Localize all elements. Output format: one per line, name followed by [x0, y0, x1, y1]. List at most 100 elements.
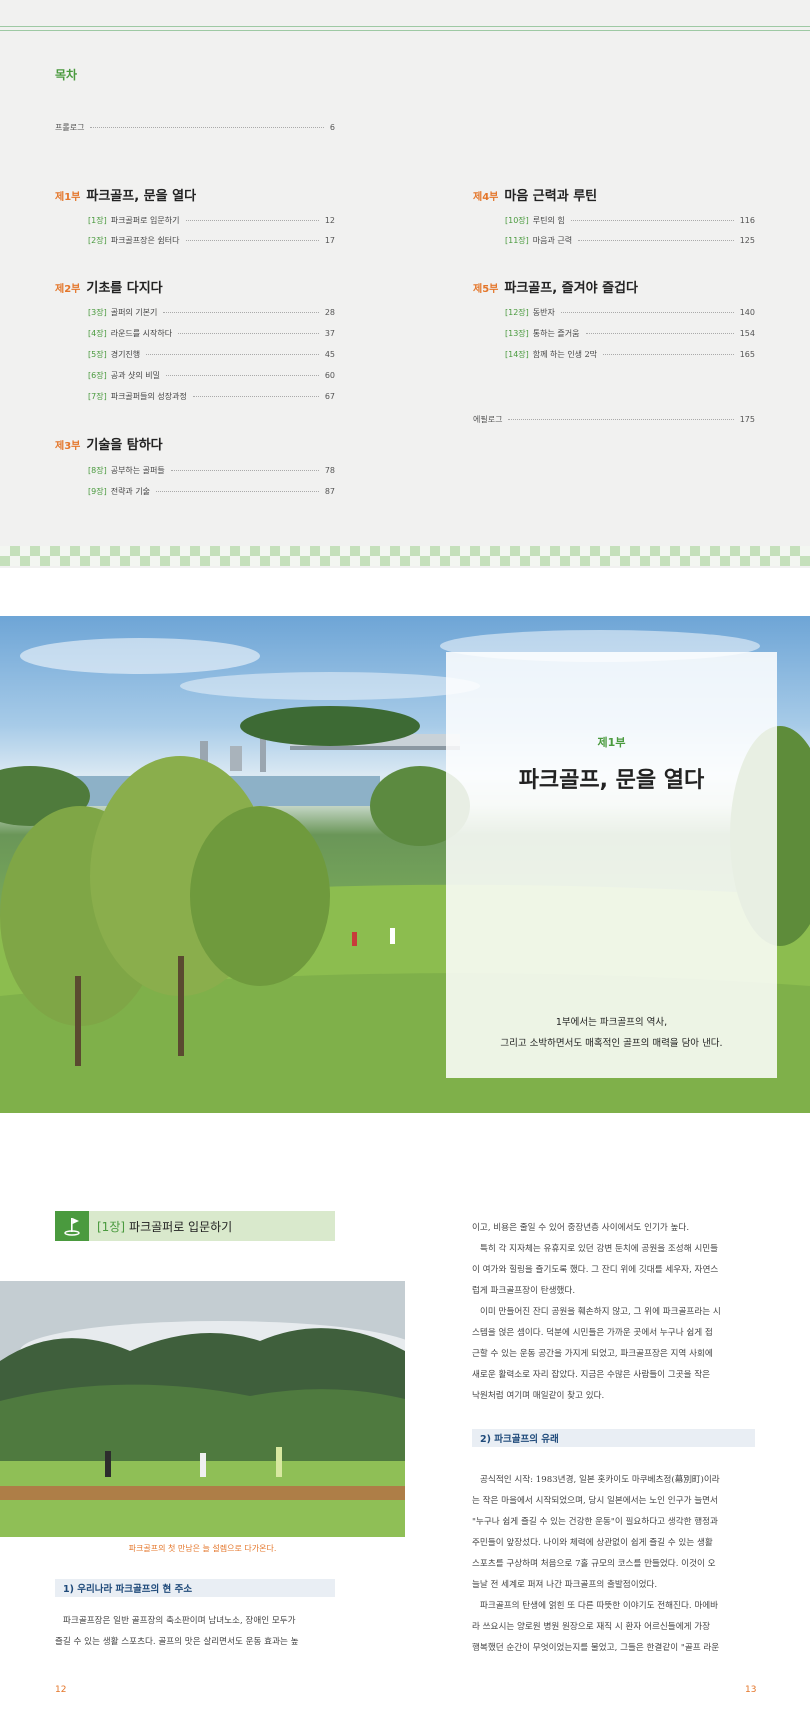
- leader-dots: [156, 491, 319, 492]
- epilogue-page: 175: [739, 415, 755, 424]
- photo-caption: 파크골프의 첫 만남은 늘 설렘으로 다가온다.: [128, 1544, 277, 1553]
- body-line: 라 쓰요시는 양로원 병원 원장으로 재직 시 환자 어르신들에게 가장: [472, 1622, 711, 1632]
- body-line: 낙원처럼 여기며 매일같이 찾고 있다.: [472, 1391, 605, 1401]
- part-number: 제1부: [55, 192, 81, 203]
- toc-epilogue[interactable]: 에필로그 175: [473, 414, 755, 425]
- body-line: 이고, 비용은 줄일 수 있어 중장년층 사이에서도 인기가 높다.: [472, 1223, 690, 1233]
- chapter-tag: [11장]: [505, 236, 529, 245]
- toc-chapter[interactable]: [8장] 공부하는 골퍼들 78: [88, 465, 335, 476]
- chapter-page: 12: [324, 216, 335, 225]
- chapter-title: 통하는 즐거움: [532, 329, 580, 338]
- checker-border: [0, 546, 810, 566]
- chapter-tag: [6장]: [88, 371, 107, 380]
- body-line: 럽게 파크골프장이 탄생했다.: [472, 1286, 576, 1296]
- part-divider-photo: 제1부 파크골프, 문을 열다 1부에서는 파크골프의 역사, 그리고 소박하면…: [0, 616, 810, 1113]
- chapter-tag: [3장]: [88, 308, 107, 317]
- leader-dots: [90, 127, 324, 128]
- toc-chapter[interactable]: [3장] 골퍼의 기본기 28: [88, 307, 335, 318]
- body-line: 행복했던 순간이 무엇이었는지를 물었고, 그들은 한결같이 "골프 라운: [472, 1643, 720, 1653]
- body-line: 늘날 전 세계로 퍼져 나간 파크골프의 출발점이었다.: [472, 1580, 658, 1590]
- body-line: 는 작은 마을에서 시작되었으며, 당시 일본에서는 노인 인구가 늘면서: [472, 1496, 718, 1506]
- toc-part-3[interactable]: 제3부 기술을 탐하다: [55, 434, 163, 453]
- chapter-tag: [12장]: [505, 308, 529, 317]
- toc-prologue[interactable]: 프롤로그 6: [55, 122, 335, 133]
- top-rule: [0, 30, 810, 31]
- chapter-title: 함께 하는 인생 2막: [532, 350, 598, 359]
- leader-dots: [165, 375, 319, 376]
- right-body-text-top: 이고, 비용은 줄일 수 있어 중장년층 사이에서도 인기가 높다. 특히 각 …: [472, 1218, 757, 1407]
- toc-chapter[interactable]: [13장] 통하는 즐거움 154: [505, 328, 755, 339]
- chapter-tag: [4장]: [88, 329, 107, 338]
- right-body-text-bottom: 공식적인 시작: 1983년경, 일본 홋카이도 마쿠베츠정(幕別町)이라 는 …: [472, 1470, 757, 1659]
- chapter-title: 파크골퍼로 입문하기: [129, 1219, 233, 1234]
- prologue-page: 6: [329, 123, 335, 132]
- leader-dots: [603, 354, 734, 355]
- toc-chapter[interactable]: [5장] 경기진행 45: [88, 349, 335, 360]
- body-line: 근할 수 있는 운동 공간을 가지게 되었고, 파크골프장은 지역 사회에: [472, 1349, 713, 1359]
- chapter-tag: [9장]: [88, 487, 107, 496]
- leader-dots: [185, 240, 319, 241]
- chapter-page: 45: [324, 350, 335, 359]
- part-number: 제4부: [473, 192, 499, 203]
- leader-dots: [508, 419, 734, 420]
- chapter-tag: [7장]: [88, 392, 107, 401]
- golf-flag-icon: [55, 1211, 89, 1241]
- leader-dots: [170, 470, 319, 471]
- chapter-tag: [13장]: [505, 329, 529, 338]
- chapter-tag: [5장]: [88, 350, 107, 359]
- part-title: 파크골프, 문을 열다: [518, 768, 705, 793]
- toc-chapter[interactable]: [14장] 함께 하는 인생 2막 165: [505, 349, 755, 360]
- left-body-text: 파크골프장은 일반 골프장의 축소판이며 남녀노소, 장애인 모두가 즐길 수 …: [55, 1611, 345, 1653]
- toc-chapter[interactable]: [9장] 전략과 기술 87: [88, 486, 335, 497]
- part-title: 기초를 다지다: [86, 281, 163, 296]
- body-line: 주민들이 앞장섰다. 나이와 체력에 상관없이 쉽게 즐길 수 있는 생활: [472, 1538, 713, 1548]
- chapter-title: 파크골퍼들의 성장과정: [110, 392, 187, 401]
- chapter-title: 루틴의 힘: [532, 216, 565, 225]
- leader-dots: [560, 312, 734, 313]
- chapter-page: 140: [739, 308, 755, 317]
- toc-part-5[interactable]: 제5부 파크골프, 즐겨야 즐겁다: [473, 277, 638, 296]
- toc-chapter[interactable]: [10장] 루틴의 힘 116: [505, 215, 755, 226]
- chapter-tag: [2장]: [88, 236, 107, 245]
- section-heading-2: 2) 파크골프의 유래: [472, 1429, 755, 1447]
- chapter-tag: [10장]: [505, 216, 529, 225]
- body-line: 새로운 활력소로 자리 잡았다. 지금은 수많은 사람들이 그곳을 작은: [472, 1370, 711, 1380]
- chapter-page: 165: [739, 350, 755, 359]
- chapter-page: 154: [739, 329, 755, 338]
- top-rule: [0, 26, 810, 27]
- body-line: 이미 만들어진 잔디 공원을 훼손하지 않고, 그 위에 파크골프라는 시: [480, 1307, 721, 1317]
- chapter-page: 60: [324, 371, 335, 380]
- chapter-tag: [8장]: [88, 466, 107, 475]
- toc-part-4[interactable]: 제4부 마음 근력과 루틴: [473, 185, 597, 204]
- chapter-title: 경기진행: [110, 350, 141, 359]
- chapter-title: 골퍼의 기본기: [110, 308, 158, 317]
- toc-chapter[interactable]: [2장] 파크골프장은 쉼터다 17: [88, 235, 335, 246]
- chapter-tag: [1장]: [88, 216, 107, 225]
- leader-dots: [146, 354, 319, 355]
- chapter-tag: [1장]: [97, 1219, 126, 1234]
- toc-page: 목차 프롤로그 6 제1부 파크골프, 문을 열다 [1장] 파크골퍼로 입문하기…: [0, 0, 810, 568]
- toc-chapter[interactable]: [7장] 파크골퍼들의 성장과정 67: [88, 391, 335, 402]
- chapter-header: [1장] 파크골퍼로 입문하기: [55, 1211, 335, 1241]
- leader-dots: [570, 220, 734, 221]
- toc-chapter[interactable]: [6장] 공과 샷의 비밀 60: [88, 370, 335, 381]
- toc-chapter[interactable]: [12장] 동반자 140: [505, 307, 755, 318]
- leader-dots: [578, 240, 734, 241]
- toc-part-1[interactable]: 제1부 파크골프, 문을 열다: [55, 185, 196, 204]
- toc-chapter[interactable]: [11장] 마음과 근력 125: [505, 235, 755, 246]
- chapter-photo: [0, 1281, 405, 1537]
- toc-part-2[interactable]: 제2부 기초를 다지다: [55, 277, 163, 296]
- body-line: 공식적인 시작: 1983년경, 일본 홋카이도 마쿠베츠정(幕別町)이라: [480, 1475, 720, 1485]
- body-line: 즐길 수 있는 생활 스포츠다. 골프의 맛은 살리면서도 운동 효과는 높: [55, 1637, 299, 1647]
- part-description: 그리고 소박하면서도 매혹적인 골프의 매력을 담아 낸다.: [500, 1038, 723, 1049]
- body-line: "누구나 쉽게 즐길 수 있는 건강한 운동"이 필요하다고 생각한 행정과: [472, 1517, 718, 1527]
- chapter-page: 116: [739, 216, 755, 225]
- chapter-title: 공부하는 골퍼들: [110, 466, 165, 475]
- toc-chapter[interactable]: [1장] 파크골퍼로 입문하기 12: [88, 215, 335, 226]
- chapter-title: 공과 샷의 비밀: [110, 371, 160, 380]
- part-number: 제5부: [473, 284, 499, 295]
- leader-dots: [185, 220, 319, 221]
- epilogue-label: 에필로그: [473, 415, 503, 424]
- chapter-spread: [1장] 파크골퍼로 입문하기 파크골프의 첫 만남은 늘 설렘으로 다가온다.…: [0, 1113, 810, 1728]
- toc-chapter[interactable]: [4장] 라운드를 시작하다 37: [88, 328, 335, 339]
